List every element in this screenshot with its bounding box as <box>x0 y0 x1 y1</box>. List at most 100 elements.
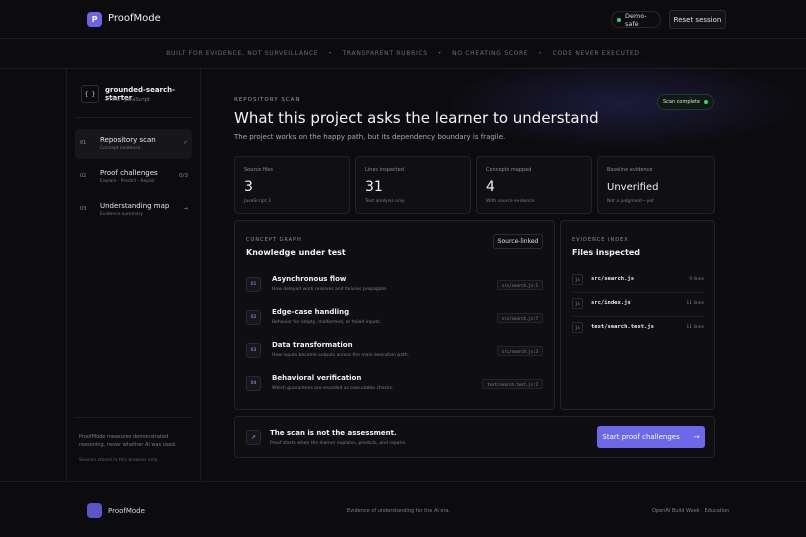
top-bar: P ProofMode Demo-safe Reset session <box>0 0 806 39</box>
page-subtitle: The project works on the happy path, but… <box>234 133 506 141</box>
concept-number: 04 <box>246 376 261 391</box>
js-file-icon: js <box>572 274 583 285</box>
check-icon: ✓ <box>183 140 188 146</box>
stat-card-lines-inspected: Lines inspected 31 Text analysis only <box>355 156 471 214</box>
stat-value: 4 <box>486 179 495 195</box>
repo-meta: 3 files · JavaScript <box>105 97 150 103</box>
stat-label: Source files <box>244 167 273 173</box>
stat-note: Text analysis only <box>365 199 405 204</box>
cta-subtitle: Proof starts when the learner explains, … <box>270 441 407 446</box>
concept-description: How inputs become outputs across the mai… <box>272 353 410 358</box>
stat-value: Unverified <box>607 182 659 193</box>
scan-complete-badge: Scan complete <box>657 94 714 110</box>
row-divider <box>572 292 704 293</box>
file-line-count: 11 lines <box>686 325 704 330</box>
file-row[interactable]: js src/index.js 11 lines <box>572 297 704 313</box>
logo-icon: P <box>87 12 102 27</box>
step-title: Understanding map <box>100 202 170 210</box>
status-dot-icon <box>704 100 709 104</box>
concept-description: How delayed work resolves and failures p… <box>272 287 388 292</box>
file-name: src/search.js <box>591 276 635 282</box>
stat-value: 31 <box>365 179 383 195</box>
js-file-icon: js <box>572 298 583 309</box>
main-content: REPOSITORY SCAN What this project asks t… <box>201 59 806 481</box>
cta-panel: ↗ The scan is not the assessment. Proof … <box>234 416 715 458</box>
source-reference[interactable]: src/search.js:7 <box>496 313 543 323</box>
concept-title: Behavioral verification <box>272 374 362 382</box>
step-number: 03 <box>80 206 87 212</box>
file-row[interactable]: js src/search.js 9 lines <box>572 273 704 289</box>
demo-safe-label: Demo-safe <box>624 11 647 28</box>
footer-brand: ProofMode <box>108 507 145 515</box>
file-line-count: 9 lines <box>689 277 704 282</box>
stat-card-baseline-evidence: Baseline evidence Unverified Not a judgm… <box>597 156 715 214</box>
reset-session-button[interactable]: Reset session <box>669 10 726 29</box>
step-number: 02 <box>80 173 87 179</box>
file-row[interactable]: js test/search.test.js 11 lines <box>572 321 704 337</box>
row-divider <box>572 316 704 317</box>
concept-number: 01 <box>246 277 261 292</box>
concept-title: Edge-case handling <box>272 308 350 316</box>
sidebar-divider <box>75 417 193 418</box>
concept-row[interactable]: 03 Data transformation How inputs become… <box>246 340 543 364</box>
sidebar-session-note: Session stored in this browser only. <box>79 458 159 463</box>
file-name: test/search.test.js <box>591 324 654 330</box>
stat-card-concepts-mapped: Concepts mapped 4 With source evidence <box>476 156 592 214</box>
principle-code-never-executed: CODE NEVER EXECUTED <box>552 50 640 57</box>
footer: ProofMode Evidence of understanding for … <box>0 481 806 537</box>
panel-title: Knowledge under test <box>246 248 346 257</box>
sidebar-divider <box>75 117 193 118</box>
step-progress: 0/3 <box>179 173 188 179</box>
stat-label: Concepts mapped <box>486 167 532 173</box>
panel-kicker: EVIDENCE INDEX <box>572 237 629 243</box>
demo-safe-badge: Demo-safe <box>611 11 661 28</box>
stat-note: Not a judgment—yet <box>607 199 654 204</box>
separator-dot: • <box>538 50 543 57</box>
source-reference[interactable]: src/search.js:3 <box>496 346 543 356</box>
code-braces-icon: { } <box>81 85 99 103</box>
step-subtitle: Evidence summary <box>100 212 144 217</box>
sidebar: { } grounded-search-starter 3 files · Ja… <box>66 69 201 481</box>
step-subtitle: Concept evidence <box>100 146 141 151</box>
scan-complete-label: Scan complete <box>662 99 701 105</box>
panel-kicker: CONCEPT GRAPH <box>246 237 302 243</box>
stat-label: Baseline evidence <box>607 167 653 173</box>
separator-dot: • <box>328 50 333 57</box>
stat-card-source-files: Source files 3 JavaScript 3 <box>234 156 350 214</box>
source-reference[interactable]: src/search.js:1 <box>496 280 543 290</box>
step-title: Repository scan <box>100 136 156 144</box>
stat-note: With source evidence <box>486 199 535 204</box>
brand-name: ProofMode <box>108 13 161 24</box>
concept-graph-panel: CONCEPT GRAPH Knowledge under test Sourc… <box>234 220 555 410</box>
stat-note: JavaScript 3 <box>244 199 271 204</box>
principle-rubrics: TRANSPARENT RUBRICS <box>342 50 428 57</box>
concept-title: Data transformation <box>272 341 353 349</box>
step-subtitle: Explain · Predict · Repair <box>100 179 155 184</box>
arrow-right-icon: → <box>183 206 188 212</box>
source-linked-badge: Source-linked <box>493 234 543 249</box>
principle-evidence: BUILT FOR EVIDENCE, NOT SURVEILLANCE <box>166 50 319 57</box>
concept-title: Asynchronous flow <box>272 275 347 283</box>
concept-row[interactable]: 02 Edge-case handling Behavior for empty… <box>246 307 543 331</box>
stat-value: 3 <box>244 179 253 195</box>
source-reference[interactable]: test/search.test.js:2 <box>482 379 543 389</box>
footer-tagline: Evidence of understanding for the AI era… <box>347 508 451 514</box>
concept-description: Behavior for empty, malformed, or failed… <box>272 320 381 325</box>
step-understanding-map[interactable]: 03 Understanding map Evidence summary → <box>75 195 192 225</box>
concept-row[interactable]: 04 Behavioral verification Which guarant… <box>246 373 543 397</box>
stat-label: Lines inspected <box>365 167 404 173</box>
concept-number: 02 <box>246 310 261 325</box>
step-repository-scan[interactable]: 01 Repository scan Concept evidence ✓ <box>75 129 192 159</box>
page-title: What this project asks the learner to un… <box>234 109 599 127</box>
file-line-count: 11 lines <box>686 301 704 306</box>
concept-row[interactable]: 01 Asynchronous flow How delayed work re… <box>246 274 543 298</box>
start-proof-challenges-button[interactable]: Start proof challenges → <box>597 426 705 448</box>
sidebar-note: ProofMode measures demonstrated reasonin… <box>79 434 177 448</box>
concept-number: 03 <box>246 343 261 358</box>
step-number: 01 <box>80 140 87 146</box>
button-label: Start proof challenges <box>602 433 680 441</box>
principle-no-cheating: NO CHEATING SCORE <box>452 50 529 57</box>
footer-credit: OpenAI Build Week · Education <box>652 508 730 514</box>
js-file-icon: js <box>572 322 583 333</box>
step-proof-challenges[interactable]: 02 Proof challenges Explain · Predict · … <box>75 162 192 192</box>
